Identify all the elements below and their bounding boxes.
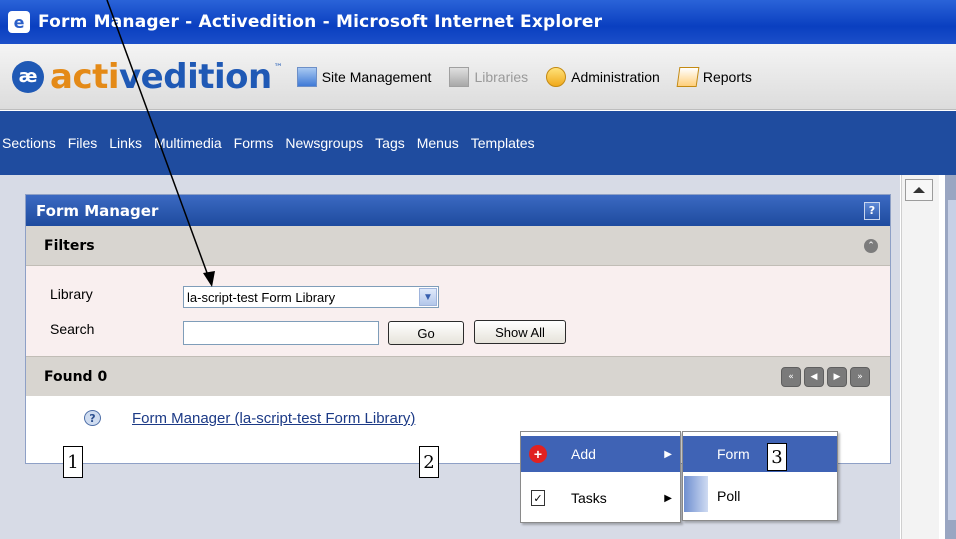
annotation-arrow [106, 0, 215, 287]
